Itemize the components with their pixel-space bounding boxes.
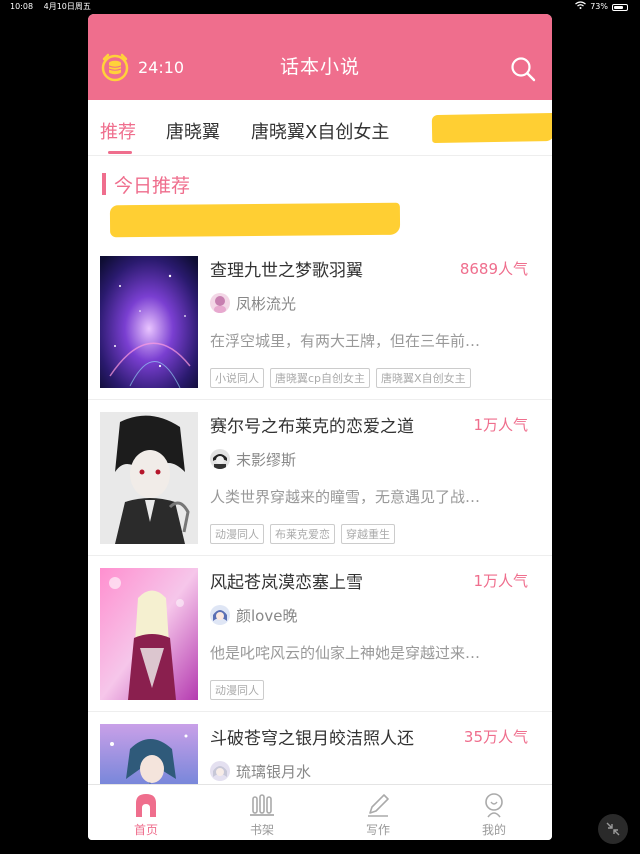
nav-profile[interactable]: 我的	[436, 785, 552, 840]
book-summary: 他是叱咤风云的仙家上神她是穿越过来…	[210, 644, 481, 662]
nav-label: 书架	[249, 823, 274, 837]
highlighter-mark	[109, 202, 401, 238]
status-bar: 10:08 4月10日周五 73%	[0, 0, 640, 14]
author-name: 琉璃银月水	[236, 762, 312, 781]
book-tag[interactable]: 动漫同人	[210, 524, 264, 544]
app-header: 24:10 话本小说	[88, 14, 552, 100]
bookshelf-icon	[250, 794, 274, 816]
book-tag[interactable]: 小说同人	[210, 368, 264, 388]
bottom-nav: 首页 书架 写作 我的	[88, 784, 552, 840]
author-name: 颜love晚	[236, 606, 298, 625]
book-tag[interactable]: 布莱克爱恋	[270, 524, 335, 544]
nav-bookshelf[interactable]: 书架	[204, 785, 320, 840]
collapse-arrows-icon	[606, 822, 620, 836]
pencil-icon	[368, 794, 389, 817]
nav-home[interactable]: 首页	[88, 785, 204, 840]
book-item[interactable]: 风起苍岚漠恋塞上雪 1万人气 颜love晚 他是叱咤风云的仙家上神她是穿越过来……	[88, 556, 552, 712]
book-tag[interactable]: 穿越重生	[341, 524, 395, 544]
book-author[interactable]: 凤彬流光	[210, 292, 296, 314]
book-item[interactable]: 赛尔号之布莱克的恋爱之道 1万人气 末影缪斯 人类世界穿越来的瞳雪，无意遇见了战…	[88, 400, 552, 556]
profile-icon	[485, 793, 503, 818]
avatar	[210, 449, 230, 469]
book-title: 查理九世之梦歌羽翼	[210, 261, 363, 281]
book-tags: 动漫同人	[210, 680, 264, 700]
book-tag[interactable]: 唐晓翼X自创女主	[376, 368, 471, 388]
avatar	[210, 293, 230, 313]
book-item[interactable]: 查理九世之梦歌羽翼 8689人气 凤彬流光 在浮空城里，有两大王牌，但在三年前……	[88, 244, 552, 400]
home-icon	[136, 794, 156, 817]
avatar	[210, 761, 230, 781]
tab-tang-xiaoyi-x-oc[interactable]: 唐晓翼X自创女主	[251, 118, 389, 144]
book-tag[interactable]: 唐晓翼cp自创女主	[270, 368, 371, 388]
author-name: 末影缪斯	[236, 450, 297, 469]
book-tags: 小说同人 唐晓翼cp自创女主 唐晓翼X自创女主	[210, 368, 471, 388]
nav-label: 首页	[133, 823, 158, 837]
category-tabs: 推荐 唐晓翼 唐晓翼X自创女主	[88, 100, 552, 156]
book-tag[interactable]: 动漫同人	[210, 680, 264, 700]
app-title: 话本小说	[279, 56, 360, 78]
section-header: 今日推荐	[102, 170, 190, 198]
book-popularity: 1万人气	[473, 416, 528, 434]
book-title: 斗破苍穹之银月皎洁照人还	[210, 729, 414, 749]
status-time: 10:08	[10, 2, 34, 11]
book-author[interactable]: 颜love晚	[210, 604, 297, 626]
author-name: 凤彬流光	[236, 294, 297, 313]
battery-icon	[612, 3, 628, 11]
status-date: 4月10日周五	[43, 2, 91, 11]
battery-percent: 73%	[590, 2, 608, 11]
book-author[interactable]: 末影缪斯	[210, 448, 296, 470]
book-title: 风起苍岚漠恋塞上雪	[210, 573, 363, 593]
highlighter-mark	[431, 112, 552, 144]
section-title: 今日推荐	[114, 174, 191, 197]
nav-write[interactable]: 写作	[320, 785, 436, 840]
tab-recommend[interactable]: 推荐	[100, 118, 136, 144]
book-popularity: 1万人气	[473, 572, 528, 590]
book-cover[interactable]	[100, 256, 198, 388]
book-cover[interactable]	[100, 568, 198, 700]
active-tab-indicator	[108, 151, 132, 154]
nav-label: 写作	[365, 823, 390, 837]
nav-label: 我的	[481, 823, 506, 837]
book-author[interactable]: 琉璃银月水	[210, 760, 311, 782]
section-accent-bar	[102, 173, 106, 195]
shrink-window-button[interactable]	[598, 814, 628, 844]
book-summary: 在浮空城里，有两大王牌，但在三年前…	[210, 332, 481, 350]
book-cover[interactable]	[100, 412, 198, 544]
book-popularity: 8689人气	[459, 260, 528, 278]
avatar	[210, 605, 230, 625]
wifi-icon	[575, 0, 587, 14]
book-title: 赛尔号之布莱克的恋爱之道	[210, 417, 414, 437]
search-icon[interactable]	[510, 56, 536, 82]
book-summary: 人类世界穿越来的瞳雪，无意遇见了战…	[210, 488, 481, 506]
app-window: 24:10 话本小说 推荐 唐晓翼 唐晓翼X自创女主 今日推荐 查理九世之梦歌羽…	[88, 14, 552, 840]
tab-tang-xiaoyi[interactable]: 唐晓翼	[166, 118, 220, 144]
book-tags: 动漫同人 布莱克爱恋 穿越重生	[210, 524, 395, 544]
book-popularity: 35万人气	[463, 728, 528, 746]
